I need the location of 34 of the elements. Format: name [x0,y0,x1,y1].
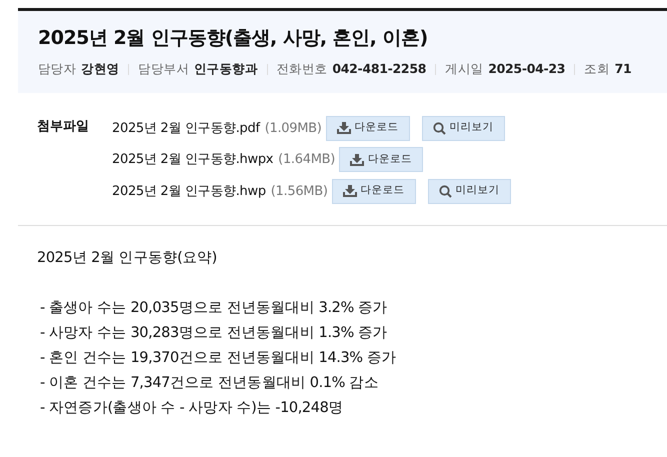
page-title: 2025년 2월 인구동향(출생, 사망, 혼인, 이혼) [38,27,429,50]
summary-line: - 혼인 건수는 19,370건으로 전년동월대비 14.3% 증가 [39,348,398,368]
file-link[interactable]: 2025년 2월 인구동향.hwpx [112,150,274,170]
download-button[interactable]: 다운로드 [326,116,410,141]
attachments-label: 첨부파일 [37,118,90,136]
summary-line: - 사망자 수는 30,283명으로 전년동월대비 1.3% 증가 [39,324,388,343]
meta-label: 게시일 [445,60,484,78]
download-icon [350,154,364,166]
meta-value: 042-481-2258 [332,60,426,78]
download-button[interactable]: 다운로드 [339,147,423,172]
summary-line: - 자연증가(출생아 수 - 사망자 수)는 -10,248명 [39,398,344,418]
download-icon [336,122,351,134]
download-icon [342,185,357,198]
meta-label: 담당자 [38,60,76,78]
file-size: (1.09MB) [264,120,322,138]
file-size: (1.64MB) [278,151,335,170]
file-link[interactable]: 2025년 2월 인구동향.hwp [112,182,266,202]
meta-value: 2025-04-23 [488,60,566,78]
file-size: (1.56MB) [270,182,328,201]
meta-label: 전화번호 [276,60,328,78]
summary-line: - 출생아 수는 20,035명으로 전년동월대비 3.2% 증가 [39,298,388,318]
preview-button[interactable]: 미리보기 [422,116,505,141]
meta-value: 인구동향과 [194,60,258,78]
download-button[interactable]: 다운로드 [332,178,416,204]
file-link[interactable]: 2025년 2월 인구동향.pdf [112,118,260,138]
meta-label: 조회 [584,60,610,78]
summary-heading: 2025년 2월 인구동향(요약) [37,249,218,268]
meta-value: 71 [614,60,632,78]
meta-value: 강현영 [81,60,120,78]
meta-label: 담당부서 [138,60,190,78]
search-icon [432,122,446,135]
preview-button[interactable]: 미리보기 [428,178,511,204]
search-icon [438,184,452,198]
summary-line: - 이혼 건수는 7,347건으로 전년동월대비 0.1% 감소 [39,374,380,393]
